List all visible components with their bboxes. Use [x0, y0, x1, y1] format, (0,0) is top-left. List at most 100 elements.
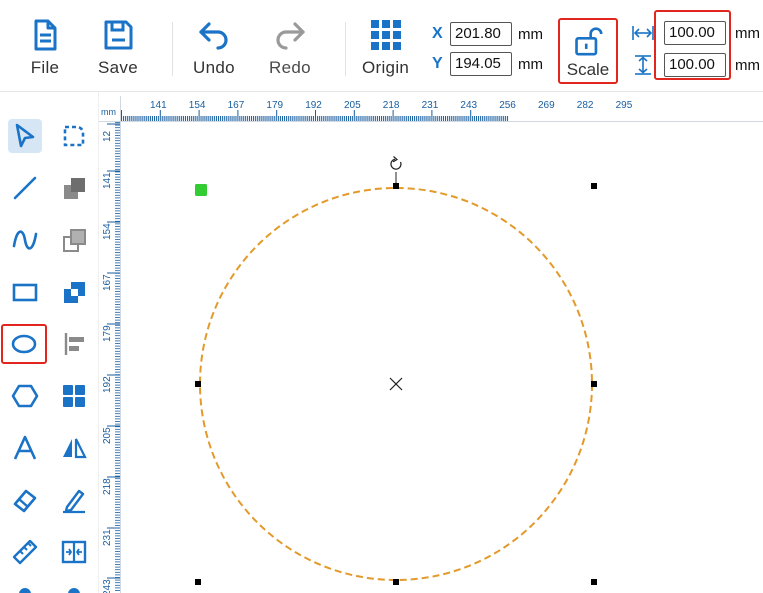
vertical-ruler[interactable]: 12 141 154 167 179 192 205 218 231 243 — [99, 122, 121, 593]
intersect-icon — [64, 282, 85, 303]
combine-icon — [64, 178, 85, 199]
intersect-tool[interactable] — [57, 275, 91, 309]
more-tools-partial[interactable] — [57, 582, 91, 593]
line-tool[interactable] — [8, 171, 42, 205]
save-icon — [104, 20, 133, 50]
canvas-drawing — [195, 156, 597, 585]
ruler-label: 192 — [305, 100, 322, 111]
ruler-label: 205 — [344, 100, 361, 111]
ruler-label: 243 — [102, 579, 113, 593]
width-row: 100.00 mm — [631, 21, 760, 45]
x-axis-label: X — [432, 25, 443, 42]
polygon-tool[interactable] — [8, 379, 42, 413]
curve-icon — [12, 230, 38, 250]
fit-tool[interactable] — [57, 535, 91, 569]
save-button[interactable]: Save — [98, 18, 138, 78]
ruler-label: 179 — [266, 100, 283, 111]
undo-button[interactable]: Undo — [193, 18, 235, 78]
undo-icon — [199, 22, 228, 50]
mirror-tool[interactable] — [57, 431, 91, 465]
ruler-label: 154 — [189, 100, 206, 111]
eraser-tool[interactable] — [8, 483, 42, 517]
ruler-unit-label: mm — [101, 107, 116, 117]
pointer-icon — [15, 123, 35, 148]
ruler-label: 295 — [616, 100, 633, 111]
ruler-label: 269 — [538, 100, 555, 111]
rotate-handle-icon[interactable] — [390, 156, 402, 170]
hexagon-icon — [11, 384, 39, 408]
undo-label: Undo — [193, 58, 235, 77]
rectangle-tool[interactable] — [8, 275, 42, 309]
ruler-label: 218 — [383, 100, 400, 111]
text-tool[interactable] — [8, 431, 42, 465]
ruler-icon — [12, 539, 38, 565]
file-icon — [34, 19, 57, 51]
scale-label: Scale — [566, 60, 610, 79]
curve-tool[interactable] — [8, 223, 42, 257]
ruler-label: 141 — [150, 100, 167, 111]
height-unit-label: mm — [735, 56, 760, 74]
partial-tool-icon — [19, 587, 31, 593]
node-edit-icon — [63, 125, 85, 147]
resize-handle-left[interactable] — [195, 381, 201, 387]
subtract-icon — [63, 229, 86, 252]
x-unit-label: mm — [518, 25, 543, 43]
top-toolbar: File Save Undo Redo Origin X 201.80 mm Y… — [0, 0, 763, 92]
text-icon — [13, 435, 37, 460]
resize-handle-bottom-right[interactable] — [591, 579, 597, 585]
file-button[interactable]: File — [28, 18, 62, 78]
group-tool[interactable] — [57, 379, 91, 413]
toolbar-divider — [345, 22, 346, 76]
ellipse-tool[interactable] — [1, 324, 47, 364]
horizontal-ruler-ticks: 141 154 167 179 192 205 218 231 243 256 269 282 295 — [121, 100, 633, 121]
signature-tool[interactable] — [57, 483, 91, 517]
origin-button[interactable]: Origin — [362, 18, 409, 78]
align-tool[interactable] — [57, 327, 91, 361]
combine-tool[interactable] — [57, 171, 91, 205]
width-unit-label: mm — [735, 24, 760, 42]
anchor-marker[interactable] — [195, 184, 207, 196]
save-label: Save — [98, 58, 138, 77]
resize-handle-bottom[interactable] — [393, 579, 399, 585]
grid-icon — [63, 385, 85, 407]
vertical-ruler-ticks: 12 141 154 167 179 192 205 218 231 243 — [102, 122, 120, 593]
subtract-tool[interactable] — [57, 223, 91, 257]
horizontal-ruler[interactable]: 141 154 167 179 192 205 218 231 243 256 269 282 295 — [99, 96, 763, 122]
node-edit-tool[interactable] — [57, 119, 91, 153]
file-label: File — [30, 58, 60, 77]
align-left-icon — [64, 333, 84, 355]
resize-handle-bottom-left[interactable] — [195, 579, 201, 585]
width-arrows-icon — [632, 26, 654, 40]
width-input[interactable]: 100.00 — [664, 21, 726, 45]
y-unit-label: mm — [518, 55, 543, 73]
height-input[interactable]: 100.00 — [664, 53, 726, 77]
partial-tool-icon — [68, 587, 80, 593]
redo-label: Redo — [269, 58, 311, 77]
select-tool[interactable] — [8, 119, 42, 153]
ruler-label: 192 — [102, 376, 113, 393]
center-cross-icon — [389, 377, 403, 391]
measure-tool[interactable] — [8, 535, 42, 569]
scale-lock-button[interactable]: Scale — [558, 18, 618, 84]
ruler-label: 167 — [102, 274, 113, 291]
resize-handle-top[interactable] — [393, 183, 399, 189]
resize-handle-right[interactable] — [591, 381, 597, 387]
ruler-label: 154 — [102, 223, 113, 240]
y-axis-label: Y — [432, 55, 443, 72]
left-toolbox — [0, 92, 99, 593]
y-position-input[interactable]: 194.05 — [450, 52, 512, 76]
ellipse-icon — [11, 334, 37, 354]
resize-handle-top-right[interactable] — [591, 183, 597, 189]
app-window: File Save Undo Redo Origin X 201.80 mm Y… — [0, 0, 763, 593]
height-arrows-icon — [635, 55, 651, 75]
x-position-input[interactable]: 201.80 — [450, 22, 512, 46]
eraser-icon — [13, 489, 37, 513]
redo-button[interactable]: Redo — [269, 18, 311, 78]
x-position-row: X 201.80 mm — [432, 22, 543, 46]
ruler-label: 231 — [422, 100, 439, 111]
more-tools-partial[interactable] — [8, 582, 42, 593]
ruler-label: 282 — [577, 100, 594, 111]
mirror-icon — [63, 438, 87, 459]
y-position-row: Y 194.05 mm — [432, 52, 543, 76]
drawing-canvas[interactable] — [121, 122, 763, 593]
